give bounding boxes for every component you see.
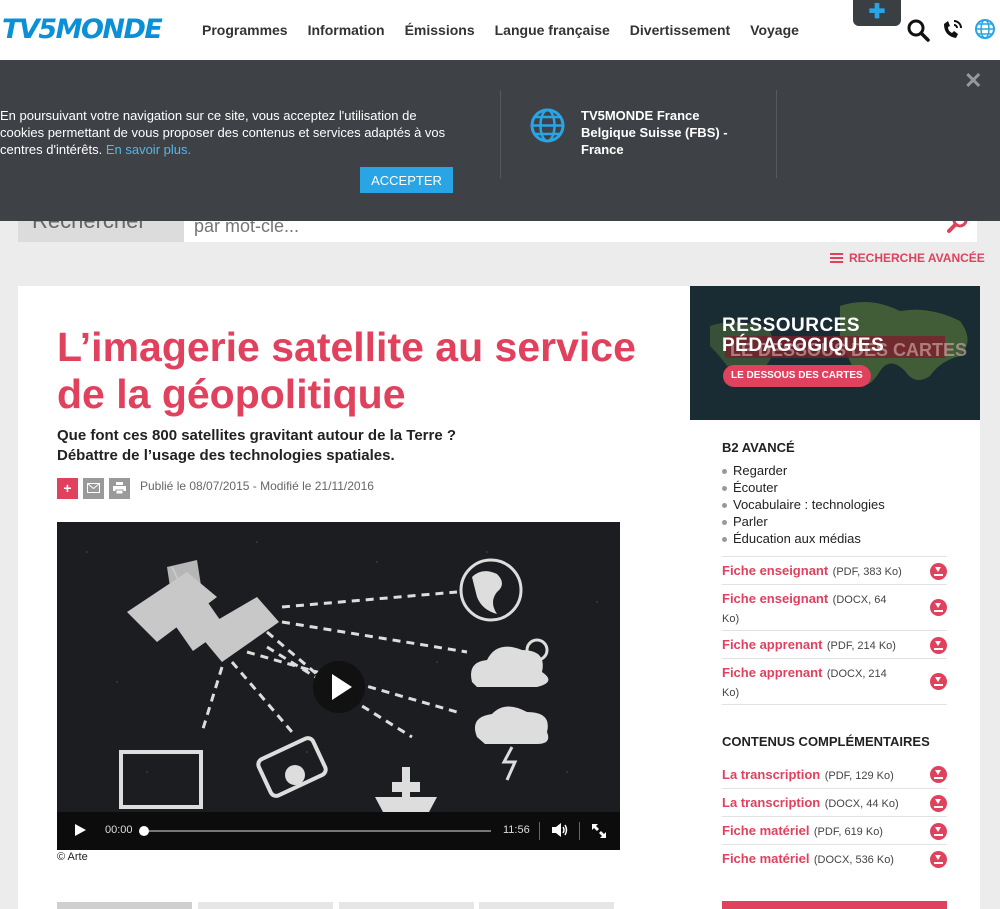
cookie-message: En poursuivant votre navigation sur ce s… [0,108,446,157]
video-credit: © Arte [57,851,88,863]
subtitle-line: Débattre de l’usage des technologies spa… [57,447,395,464]
search-icon[interactable] [906,18,930,42]
nav-voyage[interactable]: Voyage [740,22,809,38]
main-nav: Programmes Information Émissions Langue … [192,22,809,38]
promo-badge[interactable]: LE DESSOUS DES CARTES [723,365,871,387]
download-meta: (PDF, 619 Ko) [813,826,883,838]
list-item: Regarder [722,462,885,479]
list-item: Éducation aux médias [722,530,885,547]
top-navigation: TV5MONDE Programmes Information Émission… [0,0,1000,60]
tab[interactable] [198,902,333,909]
cookie-banner: En poursuivant votre navigation sur ce s… [0,60,1000,221]
region-selector[interactable]: TV5MONDE France Belgique Suisse (FBS) - … [581,107,751,158]
plus-icon[interactable]: ✚ [853,0,901,26]
volume-icon[interactable] [551,823,569,837]
download-meta: (DOCX, 536 Ko) [813,854,894,866]
download-name: Fiche matériel [722,823,810,838]
download-item[interactable]: Fiche matériel (DOCX, 536 Ko) [722,844,947,874]
progress-bar[interactable] [139,826,491,836]
tab[interactable] [339,902,474,909]
promo-title-line: PÉDAGOGIQUES [722,335,885,356]
list-item: Vocabulaire : technologies [722,496,885,513]
tv5monde-logo[interactable]: TV5MONDE [2,14,163,45]
accept-button[interactable]: ACCEPTER [360,167,453,193]
download-item[interactable]: Fiche matériel (PDF, 619 Ko) [722,816,947,844]
download-name: Fiche apprenant [722,637,823,652]
share-buttons: + [57,478,135,499]
nav-programmes[interactable]: Programmes [192,22,298,38]
download-icon[interactable] [930,599,947,616]
advanced-search-link[interactable]: RECHERCHE AVANCÉE [830,251,985,265]
page-title: L’imagerie satellite au service de la gé… [57,324,636,417]
cookie-text: En poursuivant votre navigation sur ce s… [0,107,460,158]
skills-list: Regarder Écouter Vocabulaire : technolog… [722,462,885,547]
download-item[interactable]: La transcription (DOCX, 44 Ko) [722,788,947,816]
duration: 11:56 [503,824,530,836]
download-name: Fiche apprenant [722,665,823,680]
globe-icon[interactable] [974,18,996,40]
share-plus-icon[interactable]: + [57,478,78,499]
video-player[interactable]: 00:00 11:56 [57,522,620,850]
tab[interactable] [479,902,614,909]
video-controls: 00:00 11:56 [57,812,620,850]
download-item[interactable]: La transcription (PDF, 129 Ko) [722,760,947,788]
email-icon[interactable] [83,478,104,499]
nav-information[interactable]: Information [298,22,395,38]
broadcast-icon[interactable] [940,18,964,42]
download-icon[interactable] [930,823,947,840]
promo-banner[interactable]: LE DESSOUS DES CARTES RESSOURCES PÉDAGOG… [690,286,980,420]
nav-divertissement[interactable]: Divertissement [620,22,740,38]
nav-langue-francaise[interactable]: Langue française [485,22,620,38]
region-globe-icon [530,108,565,143]
download-meta: (PDF, 214 Ko) [826,640,896,652]
controls-divider [579,822,580,840]
banner-divider [776,90,777,178]
download-meta: (PDF, 129 Ko) [824,770,894,782]
progress-handle[interactable] [139,826,149,836]
current-time: 00:00 [105,824,133,836]
download-item[interactable]: Fiche enseignant (DOCX, 64 Ko) [722,584,947,630]
download-meta: (DOCX, 44 Ko) [824,798,899,810]
list-item: Parler [722,513,885,530]
play-overlay-icon[interactable] [312,660,366,714]
download-icon[interactable] [930,563,947,580]
nav-emissions[interactable]: Émissions [395,22,485,38]
menu-icon [830,253,843,263]
play-icon[interactable] [73,823,87,837]
close-icon[interactable]: ✕ [964,68,982,94]
download-name: La transcription [722,767,821,782]
tab[interactable] [57,902,192,909]
download-item[interactable]: Fiche apprenant (DOCX, 214 Ko) [722,658,947,704]
cookie-more-link[interactable]: En savoir plus. [106,142,191,157]
publish-date: Publié le 08/07/2015 - Modifié le 21/11/… [140,479,374,493]
download-icon[interactable] [930,673,947,690]
extra-content-heading: CONTENUS COMPLÉMENTAIRES [722,734,930,749]
banner-divider [500,90,501,178]
download-icon[interactable] [930,766,947,783]
sidebar-button[interactable] [722,901,947,909]
fullscreen-icon[interactable] [592,824,606,838]
download-name: La transcription [722,795,821,810]
download-icon[interactable] [930,795,947,812]
divider [722,704,947,705]
controls-divider [539,822,540,840]
promo-title-line: RESSOURCES [722,315,861,336]
download-icon[interactable] [930,851,947,868]
advanced-search-label: RECHERCHE AVANCÉE [849,251,985,265]
download-item[interactable]: Fiche enseignant (PDF, 383 Ko) [722,556,947,584]
download-name: Fiche enseignant [722,563,829,578]
download-icon[interactable] [930,637,947,654]
download-item[interactable]: Fiche apprenant (PDF, 214 Ko) [722,630,947,658]
list-item: Écouter [722,479,885,496]
promo-title: RESSOURCES PÉDAGOGIQUES [722,316,884,356]
download-meta: (PDF, 383 Ko) [832,566,902,578]
download-name: Fiche matériel [722,851,810,866]
article-subtitle: Que font ces 800 satellites gravitant au… [57,426,617,466]
print-icon[interactable] [109,478,130,499]
level-heading: B2 AVANCÉ [722,440,795,455]
download-name: Fiche enseignant [722,591,829,606]
subtitle-line: Que font ces 800 satellites gravitant au… [57,427,457,444]
